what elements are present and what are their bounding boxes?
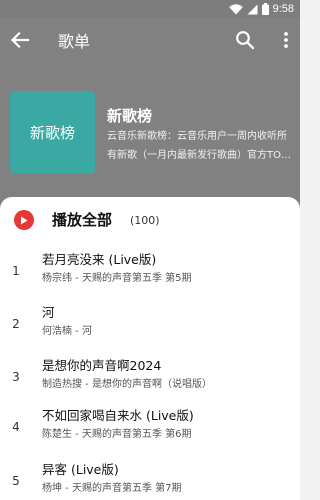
play-all-label: 播放全部 — [52, 211, 113, 229]
status-time: 9:58 — [272, 3, 294, 15]
status-icons: 9:58 — [228, 0, 294, 19]
page-title: 歌单 — [58, 32, 91, 51]
back-arrow-icon — [10, 30, 30, 54]
song-row[interactable]: 1 若月亮没来 (Live版) 杨宗纬 - 天赐的声音第五季 第5期 — [0, 248, 300, 300]
song-row[interactable]: 3 是想你的声音啊2024 制造热搜 - 是想你的声音啊（说唱版） — [0, 354, 300, 406]
playlist-screen: 9:58 歌单 新歌榜 新歌榜 云音乐新歌榜：云音乐用户一周内收听所有新歌（一月… — [0, 0, 300, 500]
song-artist-album: 何浩楠 - 河 — [42, 326, 92, 337]
cover-label: 新歌榜 — [29, 123, 75, 142]
song-artist-album: 杨坤 - 天赐的声音第五季 第7期 — [42, 483, 182, 494]
song-title: 河 — [42, 305, 55, 320]
wifi-icon — [228, 0, 243, 19]
signal-icon — [247, 0, 258, 19]
song-count: (100) — [130, 214, 160, 227]
status-bar: 9:58 — [0, 0, 300, 18]
play-all-button[interactable]: 播放全部 (100) — [0, 197, 300, 245]
song-index: 4 — [12, 420, 20, 434]
song-row[interactable]: 2 河 何浩楠 - 河 — [0, 301, 300, 353]
search-button[interactable] — [233, 30, 257, 54]
song-title: 若月亮没来 (Live版) — [42, 252, 157, 267]
battery-icon — [261, 0, 269, 19]
playlist-cover[interactable]: 新歌榜 — [10, 91, 95, 174]
song-list-panel: 播放全部 (100) 1 若月亮没来 (Live版) 杨宗纬 - 天赐的声音第五… — [0, 197, 300, 500]
playlist-name: 新歌榜 — [107, 107, 153, 125]
playlist-header: 歌单 新歌榜 新歌榜 云音乐新歌榜：云音乐用户一周内收听所有新歌（一月内最新发行… — [0, 18, 300, 208]
song-row[interactable]: 5 异客 (Live版) 杨坤 - 天赐的声音第五季 第7期 — [0, 458, 300, 500]
song-title: 是想你的声音啊2024 — [42, 358, 162, 373]
song-index: 3 — [12, 370, 20, 384]
play-icon — [14, 210, 34, 230]
more-vert-icon — [283, 31, 289, 53]
song-artist-album: 制造热搜 - 是想你的声音啊（说唱版） — [42, 379, 212, 390]
song-index: 1 — [12, 264, 20, 278]
song-artist-album: 杨宗纬 - 天赐的声音第五季 第5期 — [42, 273, 192, 284]
song-title: 不如回家喝自来水 (Live版) — [42, 408, 194, 423]
song-artist-album: 陈楚生 - 天赐的声音第五季 第6期 — [42, 429, 192, 440]
song-row[interactable]: 4 不如回家喝自来水 (Live版) 陈楚生 - 天赐的声音第五季 第6期 — [0, 404, 300, 456]
song-title: 异客 (Live版) — [42, 462, 119, 477]
song-index: 2 — [12, 317, 20, 331]
song-index: 5 — [12, 474, 20, 488]
app-bar: 歌单 — [0, 18, 300, 66]
more-options-button[interactable] — [276, 30, 296, 54]
playlist-description[interactable]: 云音乐新歌榜：云音乐用户一周内收听所有新歌（一月内最新发行歌曲）官方TOP排行榜… — [107, 127, 291, 165]
back-button[interactable] — [8, 30, 32, 54]
search-icon — [235, 30, 255, 54]
